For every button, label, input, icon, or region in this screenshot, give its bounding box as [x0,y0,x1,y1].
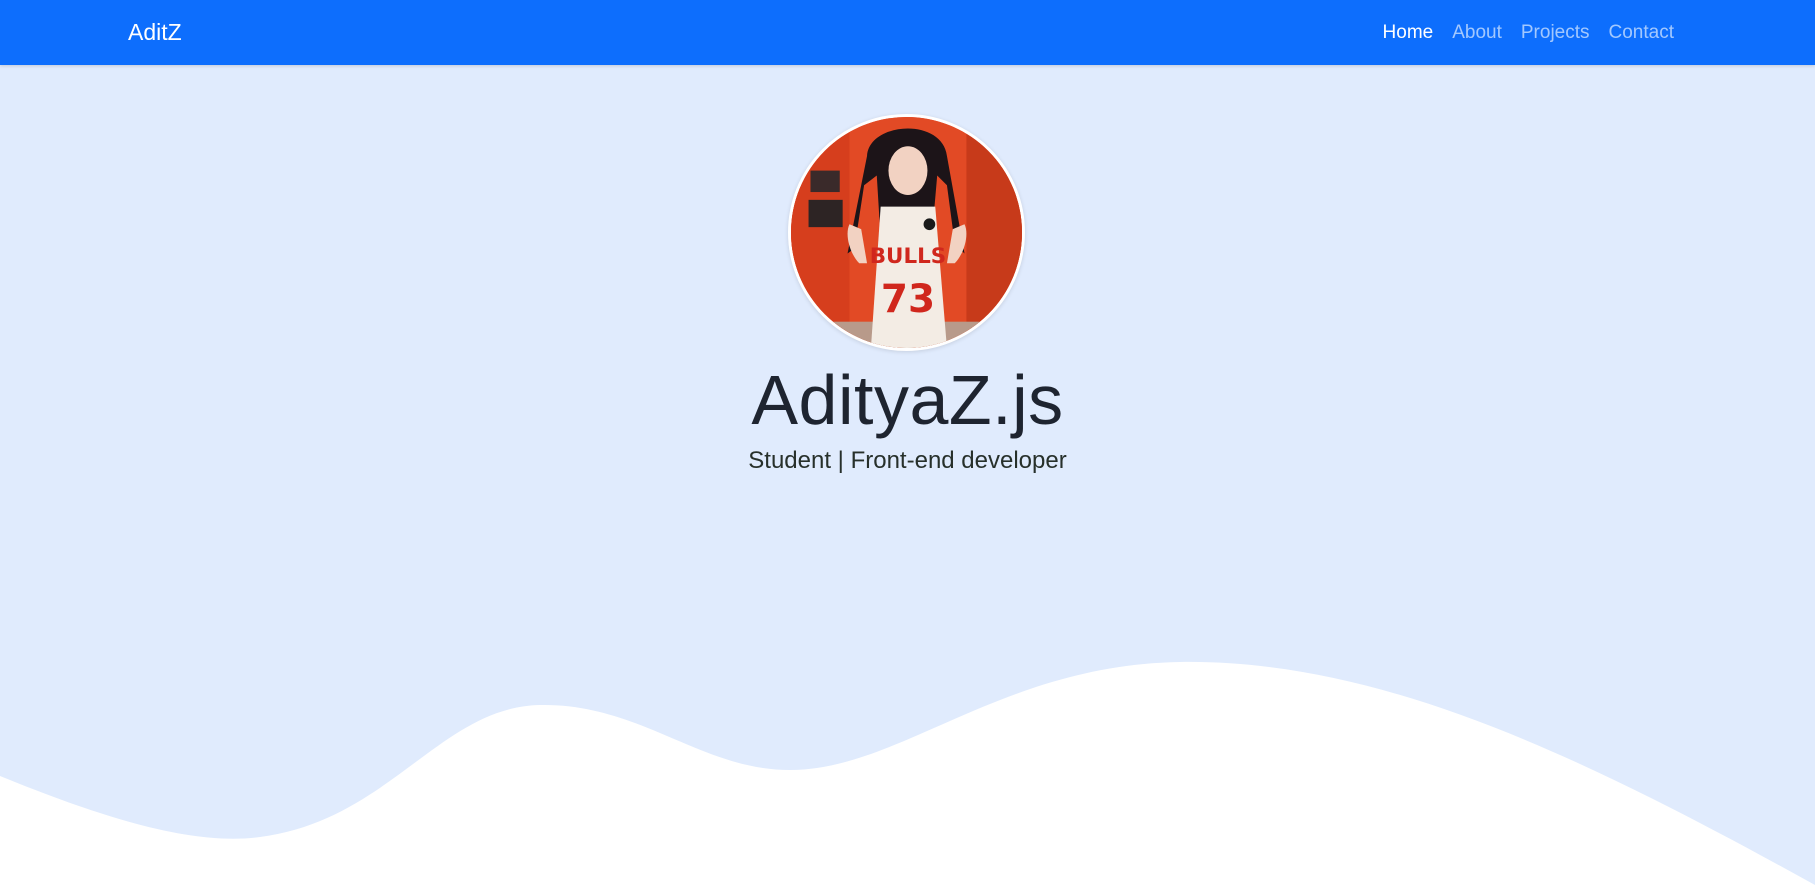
brand-logo-link[interactable]: AditZ [128,0,182,65]
nav-link-about[interactable]: About [1452,22,1502,44]
svg-text:BULLS: BULLS [870,244,947,269]
hero-subtitle: Student | Front-end developer [748,447,1067,474]
hero-title: AdityaZ.js [751,361,1064,439]
nav-links: Home About Projects Contact [1383,0,1674,65]
nav-link-home[interactable]: Home [1383,22,1434,44]
profile-photo-illustration: BULLS 73 [791,117,1022,348]
nav-link-projects[interactable]: Projects [1521,22,1590,44]
svg-text:73: 73 [881,277,935,322]
profile-avatar: BULLS 73 [788,114,1025,351]
nav-link-contact[interactable]: Contact [1609,22,1674,44]
hero-section: BULLS 73 AdityaZ.js Student | Front-end … [0,65,1815,885]
top-navbar: AditZ Home About Projects Contact [0,0,1815,65]
wave-decoration [0,661,1815,885]
